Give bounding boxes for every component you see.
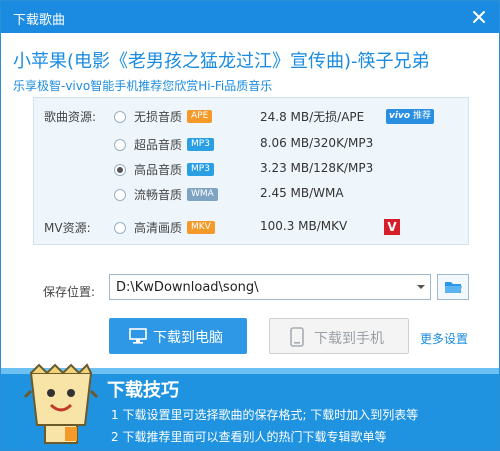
window-title: 下载歌曲: [13, 13, 66, 28]
radio-smooth[interactable]: [114, 189, 126, 201]
promo-link[interactable]: 乐享极智-vivo智能手机推荐您欣赏Hi-Fi品质音乐: [13, 77, 272, 94]
download-to-phone-button[interactable]: 下载到手机: [269, 318, 409, 354]
quality-name[interactable]: 超品音质: [134, 136, 182, 153]
vivo-logo: vivo: [389, 111, 411, 121]
quality-row-lossless[interactable]: 歌曲资源: 无损音质 APE 24.8 MB/无损/APE vivo 推荐: [34, 106, 468, 128]
download-to-pc-label: 下载到电脑: [153, 330, 223, 346]
tip-2: 2 下载推荐里面可以查看别人的热门下载专辑歌单等: [111, 430, 387, 444]
quality-name[interactable]: 高品音质: [134, 161, 182, 178]
quality-row-super[interactable]: 超品音质 MP3 8.06 MB/320K/MP3: [34, 134, 468, 156]
quality-row-smooth[interactable]: 流畅音质 WMA 2.45 MB/WMA: [34, 184, 468, 206]
save-path-value: D:\KwDownload\song\: [116, 280, 259, 295]
mascot-icon: [21, 363, 101, 451]
quality-row-high[interactable]: 高品音质 MP3 3.23 MB/128K/MP3: [34, 159, 468, 181]
more-settings-link[interactable]: 更多设置: [420, 330, 468, 347]
quality-info: 24.8 MB/无损/APE: [260, 110, 365, 124]
quality-info: 2.45 MB/WMA: [260, 186, 344, 200]
radio-high[interactable]: [114, 164, 126, 176]
radio-mv-hd[interactable]: [114, 222, 126, 234]
download-to-pc-button[interactable]: 下载到电脑: [109, 318, 247, 354]
folder-icon: [438, 282, 468, 302]
format-badge: MP3: [187, 163, 214, 176]
quality-name[interactable]: 高清画质: [134, 219, 182, 236]
song-title: 小苹果(电影《老男孩之猛龙过江》宣传曲)-筷子兄弟: [13, 51, 430, 72]
quality-info: 8.06 MB/320K/MP3: [260, 136, 374, 150]
save-location-label: 保存位置:: [43, 285, 96, 299]
radio-lossless[interactable]: [114, 111, 126, 123]
mv-resources-label: MV资源:: [44, 221, 91, 235]
song-resources-label: 歌曲资源:: [44, 110, 97, 124]
tip-1: 1 下载设置里可选择歌曲的保存格式; 下载时加入到列表等: [111, 408, 419, 422]
phone-icon: [290, 327, 304, 350]
save-path-select[interactable]: D:\KwDownload\song\: [109, 274, 431, 300]
tips-heading: 下载技巧: [107, 380, 179, 401]
download-to-phone-label: 下载到手机: [314, 331, 384, 347]
quality-name[interactable]: 流畅音质: [134, 186, 182, 203]
download-dialog: 下载歌曲 小苹果(电影《老男孩之猛龙过江》宣传曲)-筷子兄弟 乐享极智-vivo…: [0, 0, 500, 451]
mv-row-hd[interactable]: MV资源: 高清画质 MKV 100.3 MB/MKV V: [34, 217, 468, 239]
vivo-recommend-text: 推荐: [413, 111, 432, 121]
vivo-recommend-badge[interactable]: vivo 推荐: [386, 109, 435, 124]
browse-folder-button[interactable]: [437, 274, 469, 300]
chevron-down-icon[interactable]: [412, 275, 430, 299]
radio-super[interactable]: [114, 139, 126, 151]
format-badge: WMA: [187, 188, 218, 201]
quality-name[interactable]: 无损音质: [134, 108, 182, 125]
v-icon[interactable]: V: [384, 219, 400, 235]
quality-options-panel: 歌曲资源: 无损音质 APE 24.8 MB/无损/APE vivo 推荐 超品音…: [33, 97, 469, 245]
monitor-icon: [129, 328, 147, 347]
title-bar[interactable]: 下载歌曲: [1, 1, 499, 33]
quality-info: 3.23 MB/128K/MP3: [260, 161, 374, 175]
quality-info: 100.3 MB/MKV: [260, 219, 348, 233]
close-icon[interactable]: [467, 5, 491, 29]
format-badge: MP3: [187, 138, 214, 151]
format-badge: APE: [187, 110, 213, 123]
format-badge: MKV: [187, 221, 215, 234]
